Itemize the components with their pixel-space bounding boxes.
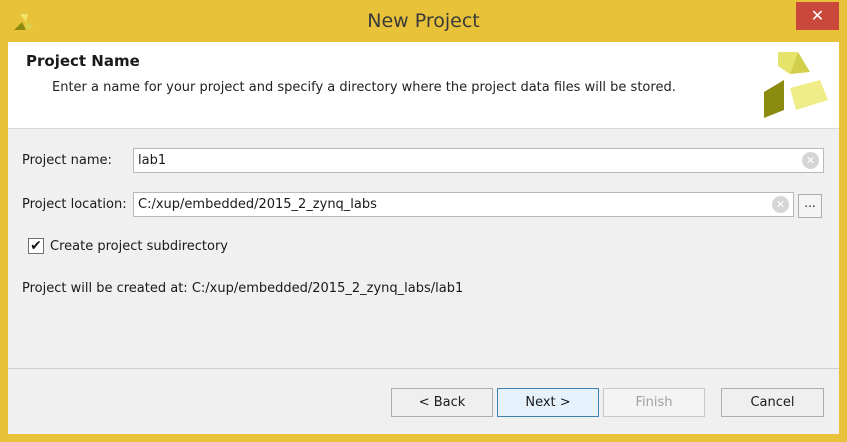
browse-button[interactable]: ... <box>798 194 822 218</box>
project-location-field[interactable]: C:/xup/embedded/2015_2_zynq_labs ✕ <box>133 192 794 217</box>
project-path-summary: Project will be created at: C:/xup/embed… <box>22 281 464 296</box>
checkmark-icon: ✔ <box>30 238 42 254</box>
finish-button[interactable]: Finish <box>603 388 705 417</box>
project-name-value: lab1 <box>138 153 167 168</box>
next-button[interactable]: Next > <box>497 388 599 417</box>
page-title: Project Name <box>26 52 140 70</box>
new-project-window: New Project ✕ Project Name Enter a name … <box>0 0 847 442</box>
cancel-button[interactable]: Cancel <box>721 388 824 417</box>
xilinx-logo <box>764 52 828 118</box>
project-name-label: Project name: <box>22 153 112 168</box>
project-name-field[interactable]: lab1 ✕ <box>133 148 824 173</box>
close-button[interactable]: ✕ <box>796 2 839 30</box>
clear-icon[interactable]: ✕ <box>772 196 789 213</box>
create-subdirectory-checkbox[interactable]: ✔ <box>28 238 44 254</box>
project-location-label: Project location: <box>22 197 127 212</box>
footer-divider <box>8 368 839 369</box>
close-icon: ✕ <box>810 6 825 25</box>
back-button[interactable]: < Back <box>391 388 493 417</box>
project-location-value: C:/xup/embedded/2015_2_zynq_labs <box>138 197 377 212</box>
dialog-body: Project Name Enter a name for your proje… <box>8 42 839 434</box>
page-description: Enter a name for your project and specif… <box>52 80 676 95</box>
wizard-header: Project Name Enter a name for your proje… <box>8 42 839 129</box>
clear-icon[interactable]: ✕ <box>802 152 819 169</box>
create-subdirectory-label[interactable]: Create project subdirectory <box>50 239 228 254</box>
title-bar[interactable]: New Project ✕ <box>0 0 847 42</box>
window-title: New Project <box>367 10 480 32</box>
